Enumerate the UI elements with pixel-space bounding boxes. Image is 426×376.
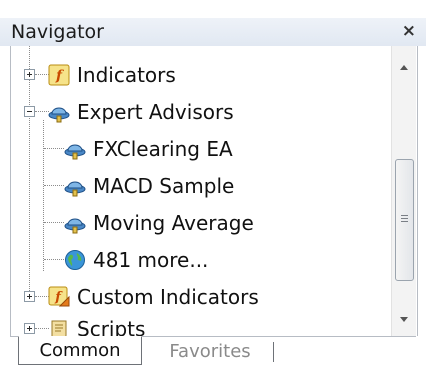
tree-item-more[interactable]: 481 more... [64, 241, 208, 278]
collapse-toggle-icon[interactable] [24, 106, 35, 117]
window-title: Navigator [11, 21, 104, 43]
tree-item-label: Expert Advisors [77, 99, 234, 124]
globe-icon [64, 249, 86, 271]
expand-toggle-icon[interactable] [24, 291, 35, 302]
custom-indicator-icon: f [48, 286, 70, 308]
tree-item-fxclearing-ea[interactable]: FXClearing EA [64, 130, 233, 167]
script-icon [48, 318, 70, 336]
navigator-tree: f Indicators Expert Advisors FXClearing … [11, 46, 391, 336]
vertical-scrollbar[interactable] [391, 46, 416, 336]
tree-item-label: Moving Average [93, 210, 254, 235]
tree-line [44, 259, 64, 260]
expand-toggle-icon[interactable] [24, 69, 35, 80]
expert-advisor-icon [48, 101, 70, 123]
scroll-down-icon[interactable] [392, 308, 416, 332]
tree-line [35, 111, 49, 112]
title-bar: Navigator × [0, 18, 426, 46]
scroll-up-icon[interactable] [392, 56, 416, 80]
tree-line [35, 74, 49, 75]
tree-item-scripts[interactable]: Scripts [48, 310, 145, 336]
tree-item-label: Indicators [77, 62, 176, 87]
tree-item-moving-average[interactable]: Moving Average [64, 204, 254, 241]
tree-item-label: Scripts [77, 316, 146, 337]
expert-advisor-icon [64, 212, 86, 234]
tab-bar: Common Favorites [10, 336, 416, 376]
tree-item-expert-advisors[interactable]: Expert Advisors [48, 93, 234, 130]
grip-line [401, 221, 408, 222]
navigator-panel: f Indicators Expert Advisors FXClearing … [10, 46, 418, 336]
tree-item-label: FXClearing EA [93, 136, 233, 161]
indicator-icon: f [48, 64, 70, 86]
expert-advisor-icon [64, 138, 86, 160]
navigator-window: Navigator × f Indicators Expert Advisors… [0, 0, 426, 376]
tab-divider [273, 342, 274, 362]
grip-line [401, 218, 408, 219]
tree-line [29, 46, 30, 301]
close-icon[interactable]: × [402, 21, 416, 41]
tree-line [35, 328, 49, 329]
expert-advisor-icon [64, 175, 86, 197]
tree-line [44, 148, 64, 149]
grip-line [401, 215, 408, 216]
expand-toggle-icon[interactable] [24, 323, 35, 334]
tree-item-label: 481 more... [93, 247, 209, 272]
tab-common[interactable]: Common [18, 336, 142, 365]
tab-favorites[interactable]: Favorites [150, 340, 270, 364]
scrollbar-thumb[interactable] [395, 159, 414, 281]
tree-line [44, 222, 64, 223]
tree-item-label: MACD Sample [93, 173, 235, 198]
tree-line [43, 120, 44, 271]
tree-item-label: Custom Indicators [77, 284, 259, 309]
tree-line [35, 296, 49, 297]
tree-line [44, 185, 64, 186]
tree-item-macd-sample[interactable]: MACD Sample [64, 167, 234, 204]
tree-item-indicators[interactable]: f Indicators [48, 56, 176, 93]
